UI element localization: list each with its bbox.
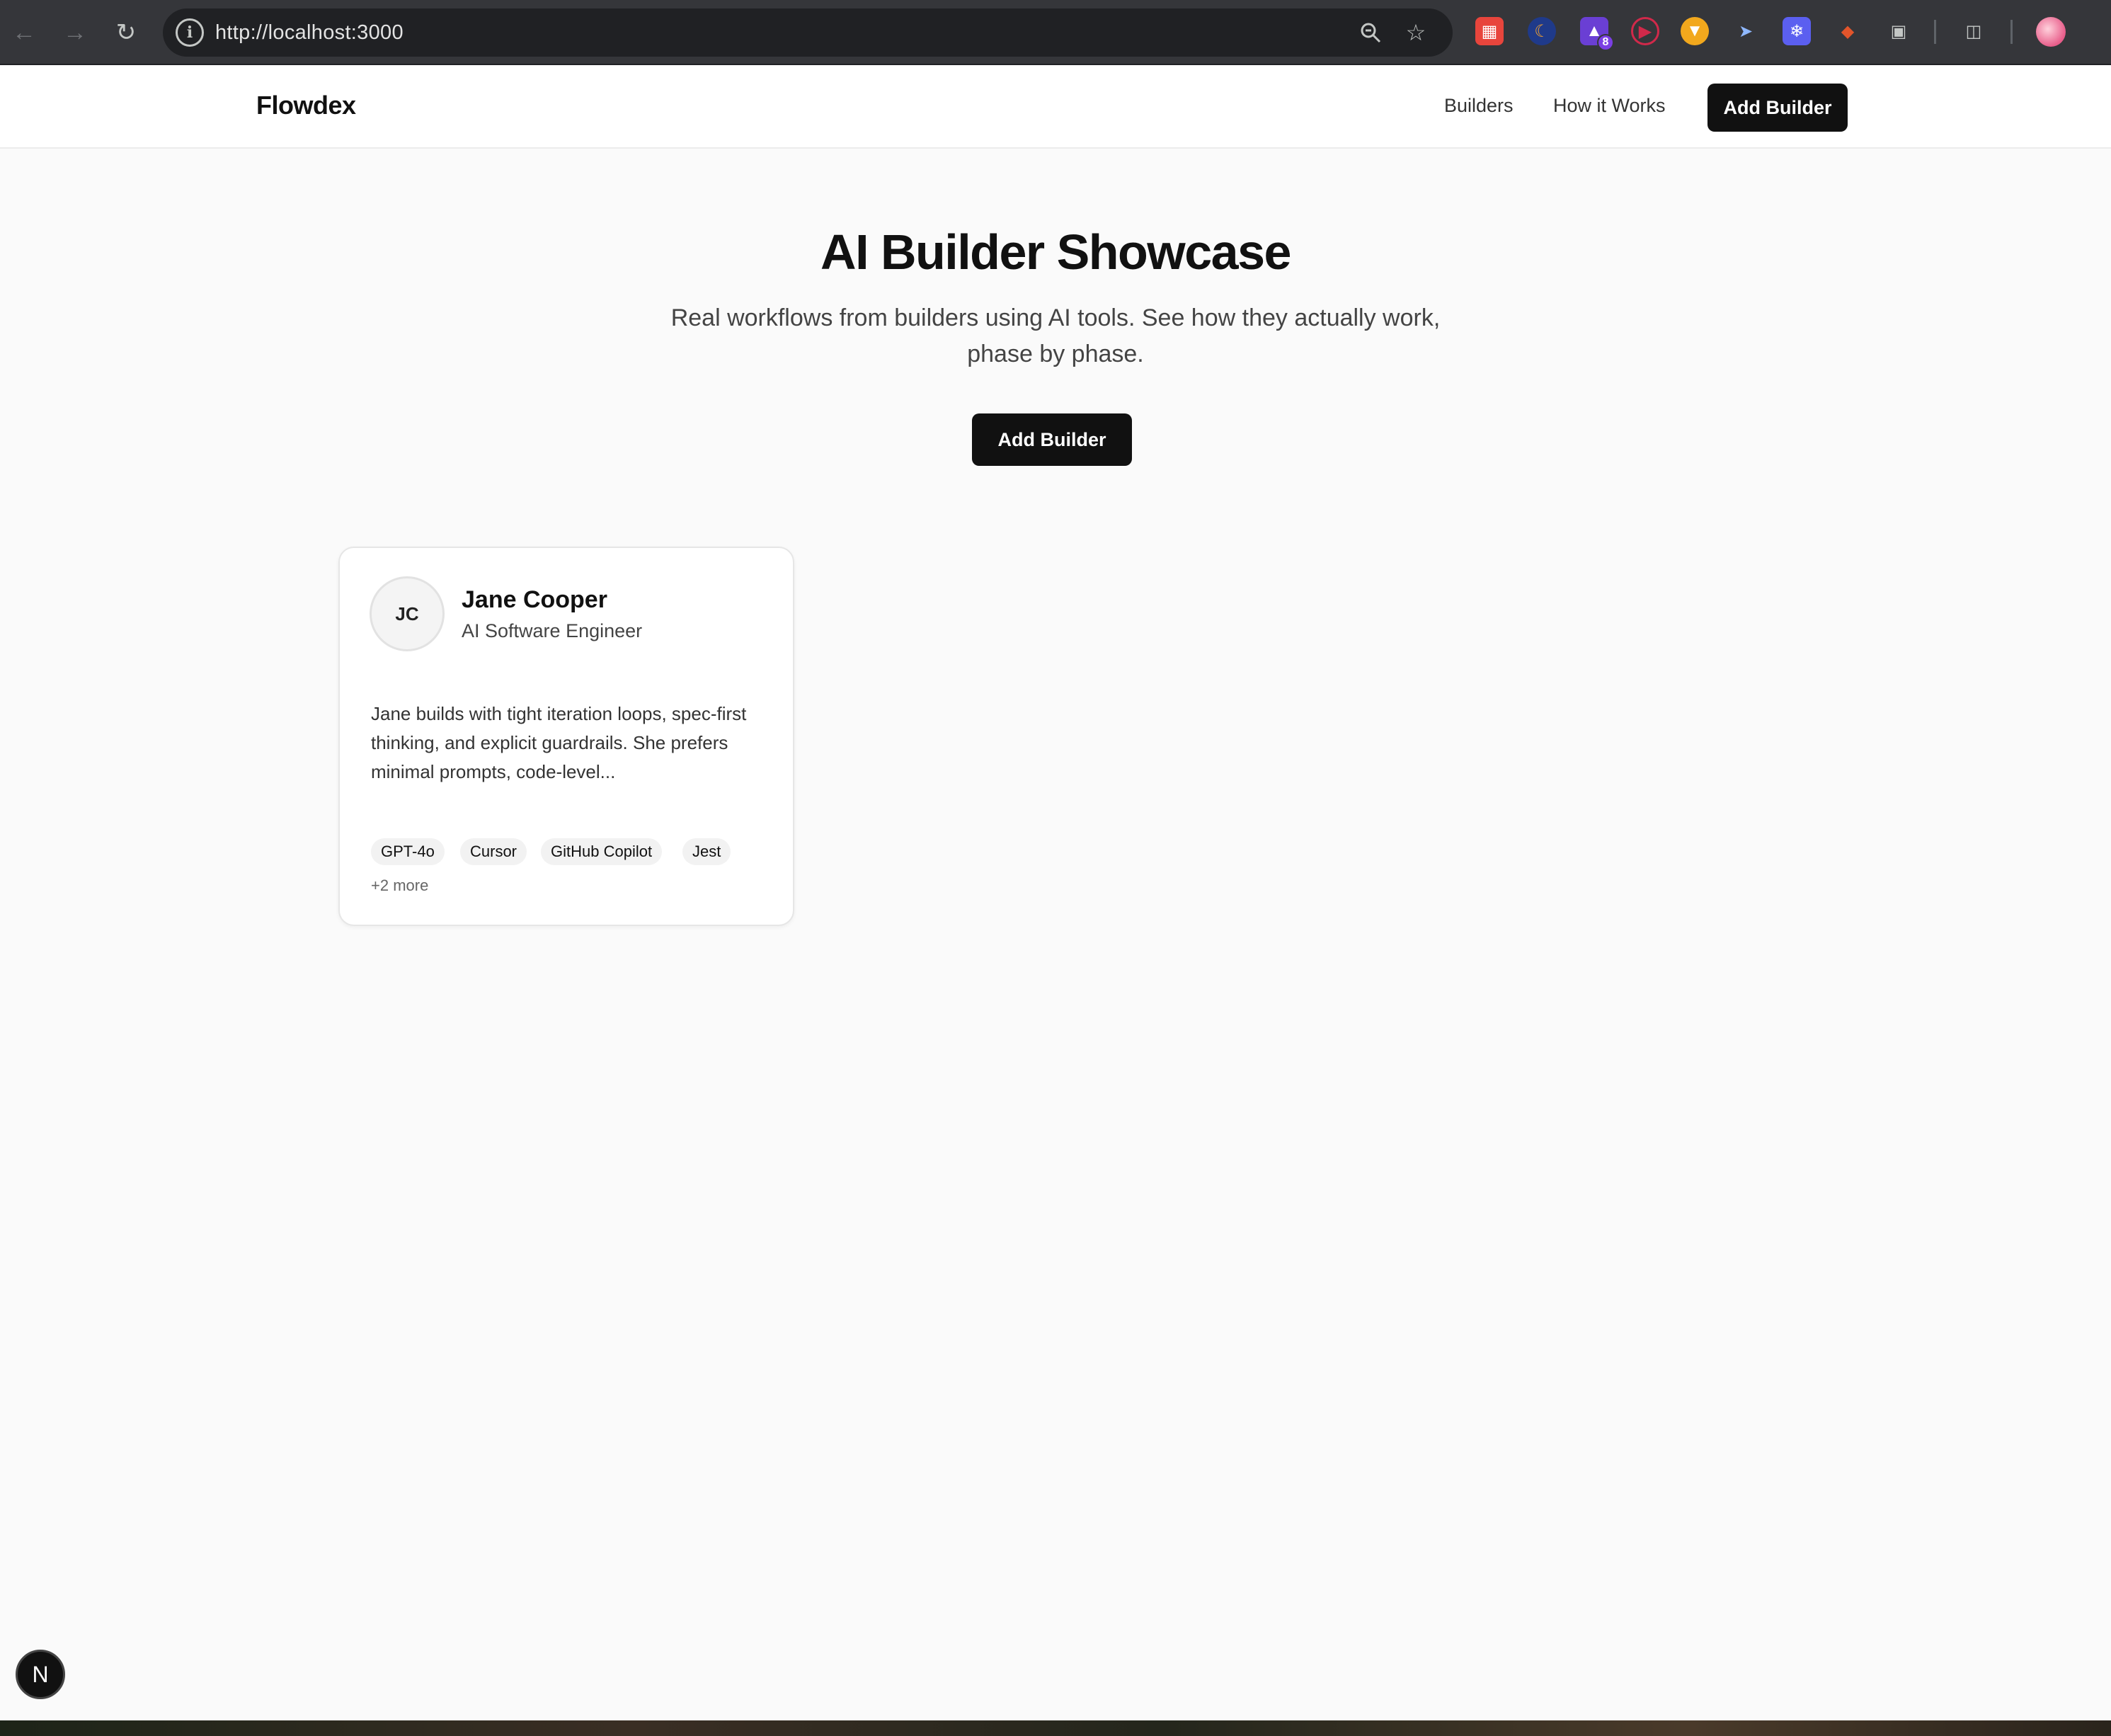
tool-tag: GPT-4o	[371, 838, 445, 865]
more-tags-label: +2 more	[371, 876, 429, 894]
ext-purple-icon[interactable]: ▲ 8	[1580, 17, 1614, 51]
desktop-wallpaper	[0, 1720, 2111, 1736]
browser-toolbar: ← → ↻ i http://localhost:3000 ☆ ▦ ☾ ▲ 8 ▶…	[0, 0, 2111, 65]
site-header: Flowdex Builders How it Works Add Builde…	[0, 65, 2111, 149]
hero-add-builder-button[interactable]: Add Builder	[972, 413, 1132, 466]
nav-link-how-it-works[interactable]: How it Works	[1553, 95, 1666, 117]
page-subtitle: Real workflows from builders using AI to…	[670, 304, 1441, 367]
header-add-builder-button[interactable]: Add Builder	[1707, 84, 1848, 132]
tool-tag: GitHub Copilot	[541, 838, 663, 865]
zoom-icon[interactable]	[1356, 18, 1385, 47]
ext-badge: 8	[1597, 34, 1614, 51]
builder-role: AI Software Engineer	[462, 620, 643, 641]
avatar: JC	[370, 576, 445, 651]
forward-icon[interactable]: →	[58, 16, 92, 50]
builder-bio: Jane builds with tight iteration loops, …	[371, 703, 747, 782]
ext-moon-icon[interactable]: ☾	[1528, 17, 1556, 45]
nextjs-dev-indicator-icon[interactable]: N	[16, 1650, 65, 1699]
nav-link-builders[interactable]: Builders	[1444, 95, 1514, 117]
back-icon[interactable]: ←	[7, 16, 41, 50]
ext-play-icon[interactable]: ▶	[1631, 17, 1659, 45]
bookmark-star-icon[interactable]: ☆	[1402, 18, 1430, 47]
profile-avatar-icon[interactable]	[2036, 17, 2066, 47]
site-info-icon[interactable]: i	[176, 18, 204, 47]
reload-icon[interactable]: ↻	[109, 16, 143, 50]
toolbar-divider	[2010, 20, 2013, 44]
site-logo[interactable]: Flowdex	[256, 91, 356, 120]
ext-snowflake-icon[interactable]: ❄	[1783, 17, 1811, 45]
ext-red-icon[interactable]: ▦	[1475, 17, 1504, 45]
address-bar[interactable]: i http://localhost:3000 ☆	[163, 8, 1453, 57]
ext-orange-icon[interactable]: ▼	[1681, 17, 1709, 45]
ext-fox-icon[interactable]: ◆	[1833, 17, 1862, 45]
url-text[interactable]: http://localhost:3000	[215, 21, 404, 45]
builder-name: Jane Cooper	[462, 586, 607, 613]
extensions-puzzle-icon[interactable]: ▣	[1884, 17, 1913, 45]
tool-tag: Cursor	[460, 838, 527, 865]
tab-search-icon[interactable]: ◫	[1960, 17, 1988, 45]
toolbar-divider	[1934, 20, 1936, 44]
tool-tag: Jest	[682, 838, 731, 865]
page-title: AI Builder Showcase	[820, 224, 1291, 280]
builder-card[interactable]: JC Jane Cooper AI Software Engineer Jane…	[338, 547, 794, 926]
browser-window: ← → ↻ i http://localhost:3000 ☆ ▦ ☾ ▲ 8 ▶…	[0, 0, 2111, 1720]
ext-rocket-icon[interactable]: ➤	[1732, 17, 1760, 45]
